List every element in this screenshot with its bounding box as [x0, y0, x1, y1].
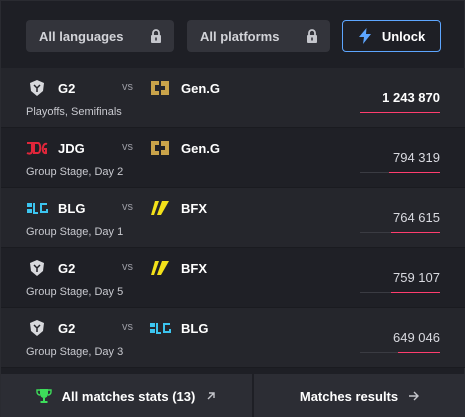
vs-label: vs: [122, 201, 133, 213]
team2-name: Gen.G: [181, 80, 221, 96]
team2: BFX: [149, 259, 207, 277]
viewers-bar: [360, 112, 440, 113]
g2-logo-icon: [26, 259, 48, 277]
languages-filter-button[interactable]: All languages: [26, 20, 174, 52]
viewers-bar-fill: [388, 172, 440, 173]
matches-results-label: Matches results: [299, 388, 399, 404]
match-stage: Playoffs, Semifinals: [26, 106, 122, 118]
all-matches-stats-button[interactable]: All matches stats (13): [1, 374, 254, 417]
team2-name: Gen.G: [181, 140, 221, 156]
match-row[interactable]: G2 vs Gen.G Playoffs, Semifinals 1 243 8…: [1, 68, 465, 128]
match-stage: Group Stage, Day 5: [26, 286, 124, 298]
unlock-label: Unlock: [381, 28, 426, 44]
unlock-button[interactable]: Unlock: [342, 20, 441, 52]
platforms-filter-label: All platforms: [200, 28, 280, 44]
team1: G2: [26, 259, 75, 277]
bfx-logo-icon: [149, 199, 171, 217]
viewers-bar-fill: [391, 292, 440, 293]
match-row[interactable]: G2 vs BLG Group Stage, Day 3 649 046: [1, 308, 465, 368]
vs-label: vs: [122, 261, 133, 273]
team1-name: BLG: [58, 200, 86, 216]
peak-viewers: 764 615: [393, 210, 440, 225]
team2-name: BLG: [181, 320, 209, 336]
team2-name: BFX: [181, 200, 207, 216]
footer: All matches stats (13) Matches results: [1, 374, 465, 417]
viewers-bar-fill: [398, 352, 440, 353]
peak-viewers: 759 107: [393, 270, 440, 285]
viewers-bar: [360, 292, 440, 293]
geng-logo-icon: [149, 79, 171, 97]
filter-bar: All languages All platforms Unlock: [26, 20, 441, 52]
vs-label: vs: [122, 141, 133, 153]
g2-logo-icon: [26, 79, 48, 97]
match-list: G2 vs Gen.G Playoffs, Semifinals 1 243 8…: [1, 68, 465, 368]
team2: BFX: [149, 199, 207, 217]
matches-results-button[interactable]: Matches results: [254, 374, 465, 417]
lock-icon: [306, 29, 318, 43]
languages-filter-label: All languages: [39, 28, 124, 44]
team2: Gen.G: [149, 79, 220, 97]
team1: BLG: [26, 199, 85, 217]
peak-viewers: 794 319: [393, 150, 440, 165]
geng-logo-icon: [149, 139, 171, 157]
match-row[interactable]: BLG vs BFX Group Stage, Day 1 764 615: [1, 188, 465, 248]
peak-viewers: 1 243 870: [382, 90, 440, 105]
lock-icon: [150, 29, 162, 43]
team2: BLG: [149, 319, 208, 337]
team1: G2: [26, 319, 75, 337]
blg-logo-icon: [26, 199, 48, 217]
team1-name: JDG: [58, 140, 85, 156]
match-stage: Group Stage, Day 1: [26, 226, 124, 238]
arrow-up-right-icon: [205, 390, 217, 402]
g2-logo-icon: [26, 319, 48, 337]
team1-name: G2: [58, 80, 76, 96]
team1-name: G2: [58, 320, 76, 336]
blg-logo-icon: [149, 319, 171, 337]
team1: G2: [26, 79, 75, 97]
viewers-bar: [360, 232, 440, 233]
jdg-logo-icon: [26, 139, 48, 157]
viewers-bar: [360, 352, 440, 353]
trophy-icon: [35, 388, 52, 404]
viewers-bar: [360, 172, 440, 173]
match-stage: Group Stage, Day 2: [26, 166, 124, 178]
viewers-bar-fill: [360, 112, 440, 113]
matches-panel: All languages All platforms Unlock G2 vs…: [0, 0, 465, 417]
team1: JDG: [26, 139, 85, 157]
viewers-bar-fill: [391, 232, 440, 233]
team2: Gen.G: [149, 139, 220, 157]
bfx-logo-icon: [149, 259, 171, 277]
match-stage: Group Stage, Day 3: [26, 346, 124, 358]
lightning-bolt-icon: [358, 28, 372, 44]
vs-label: vs: [122, 81, 133, 93]
vs-label: vs: [122, 321, 133, 333]
team1-name: G2: [58, 260, 76, 276]
match-row[interactable]: JDG vs Gen.G Group Stage, Day 2 794 319: [1, 128, 465, 188]
match-row[interactable]: G2 vs BFX Group Stage, Day 5 759 107: [1, 248, 465, 308]
peak-viewers: 649 046: [393, 330, 440, 345]
arrow-right-icon: [408, 390, 420, 402]
team2-name: BFX: [181, 260, 207, 276]
platforms-filter-button[interactable]: All platforms: [187, 20, 330, 52]
all-matches-stats-label: All matches stats (13): [61, 388, 196, 404]
